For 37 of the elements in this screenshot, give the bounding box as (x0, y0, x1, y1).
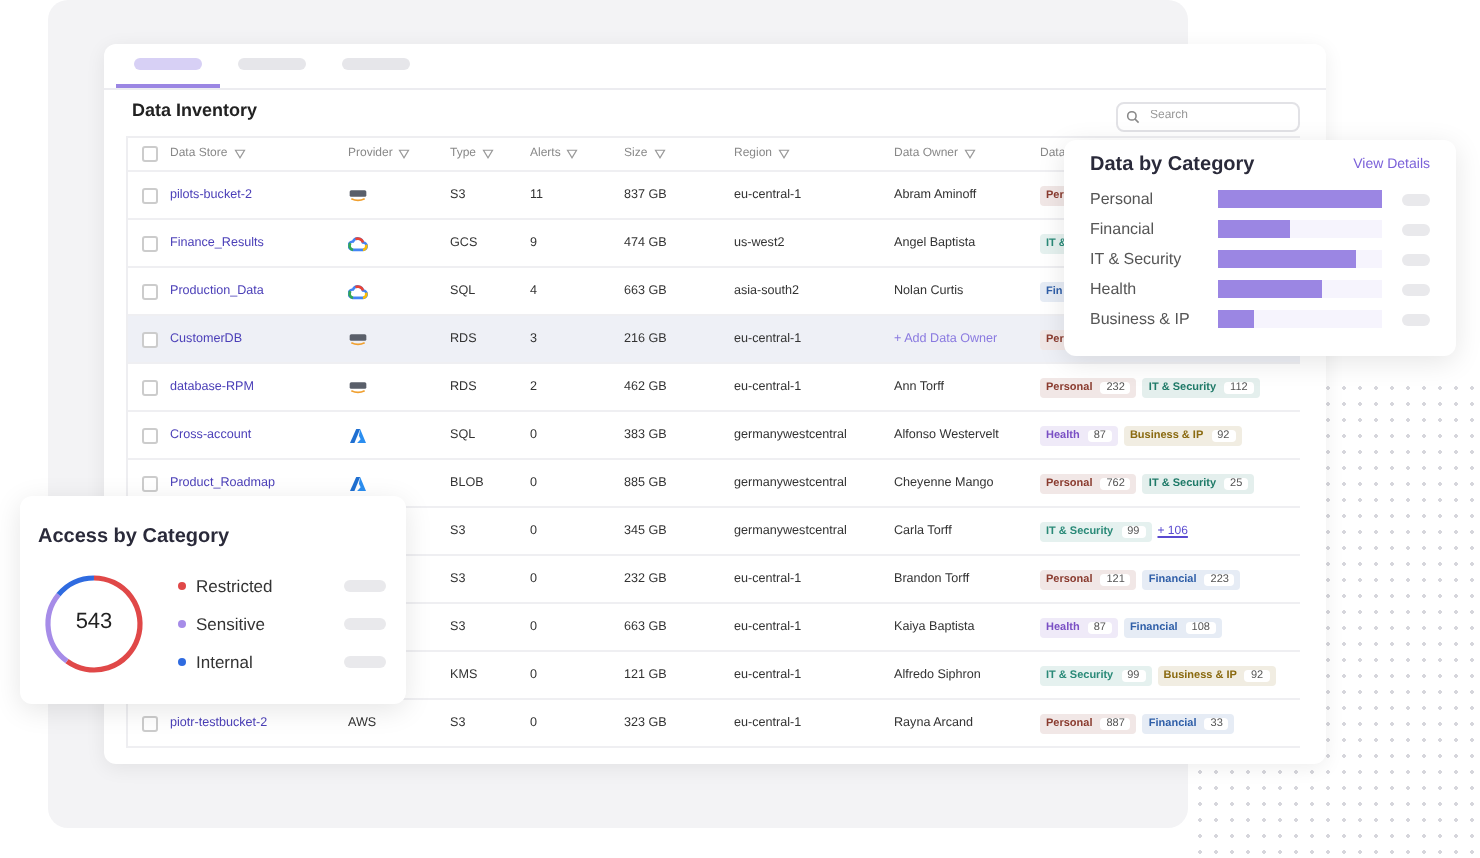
cloud-icon (348, 235, 368, 251)
checkbox[interactable] (141, 379, 157, 395)
box-logo-icon (348, 331, 368, 347)
box-logo-icon (348, 379, 368, 395)
filter-icon[interactable] (964, 148, 977, 160)
filter-icon[interactable] (398, 148, 411, 160)
category-label: IT & Security (1090, 250, 1184, 268)
section-title: Data Inventory (132, 100, 258, 120)
category-label: Financial (1090, 220, 1157, 238)
checkbox[interactable] (141, 331, 157, 347)
checkbox[interactable] (141, 146, 157, 162)
filter-icon[interactable] (778, 148, 791, 160)
checkbox[interactable] (141, 715, 157, 731)
checkbox[interactable] (141, 187, 157, 203)
cloud-icon (348, 283, 368, 299)
legend-label: Internal (196, 652, 253, 672)
filter-icon[interactable] (233, 148, 246, 160)
triangle-logo-icon (348, 475, 368, 491)
category-label: Personal (1090, 190, 1156, 208)
card-title: Access by Category (38, 526, 230, 548)
checkbox[interactable] (141, 283, 157, 299)
legend-label: Sensitive (196, 614, 265, 634)
checkbox[interactable] (141, 427, 157, 443)
card-title: Data by Category (1090, 154, 1255, 176)
donut-chart-drawing (45, 575, 143, 673)
legend-label: Restricted (196, 576, 273, 596)
box-logo-icon (348, 187, 368, 203)
category-label: Health (1090, 280, 1139, 298)
triangle-logo-icon (348, 427, 368, 443)
filter-icon[interactable] (653, 148, 666, 160)
checkbox[interactable] (141, 475, 157, 491)
checkbox[interactable] (141, 235, 157, 251)
filter-icon[interactable] (482, 148, 495, 160)
search-icon (1126, 109, 1140, 123)
filter-icon[interactable] (566, 148, 579, 160)
category-label: Business & IP (1090, 310, 1192, 328)
total-count: 543 (73, 610, 115, 634)
